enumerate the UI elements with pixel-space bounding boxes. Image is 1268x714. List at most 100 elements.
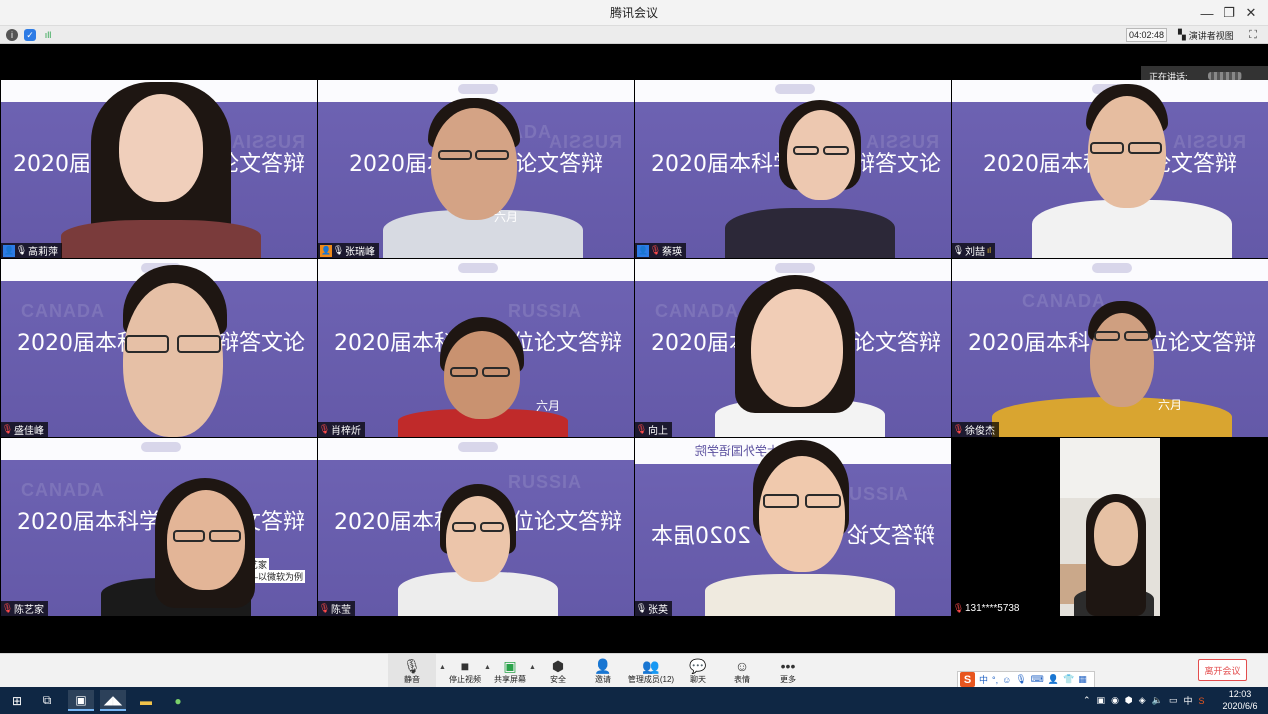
participant-name: 向上 bbox=[648, 426, 668, 437]
invite-button[interactable]: 👤 邀请 bbox=[588, 654, 618, 688]
input-language[interactable]: 中 bbox=[1183, 694, 1192, 707]
meeting-toolbar: 🎙 静音 ▲ ■ 停止视频 ▲ ▣ 共享屏幕 ▲ ⬢ 安全 👤 邀请 👥 管理成… bbox=[0, 653, 1268, 688]
window-title: 腾讯会议 bbox=[609, 6, 658, 20]
participant-name-tag: 🎙 刘喆 ıl bbox=[952, 243, 995, 258]
share-screen-icon: ▣ bbox=[503, 657, 517, 674]
leave-meeting-button[interactable]: 离开会议 bbox=[1198, 659, 1247, 681]
ime-toolbar[interactable]: S 中 °, ☺ 🎙 ⌨ 👤 👕 ▦ bbox=[957, 671, 1095, 688]
windows-taskbar: ⊞ ⧉ ▣ ◢◣ ▬ ● ⌃ ▣ ◉ ⬢ ◈ 🔈 ▭ 中 S 12:03 202… bbox=[0, 687, 1268, 714]
participant-name: 高莉萍 bbox=[28, 247, 58, 258]
participant-name: 刘喆 bbox=[965, 247, 985, 258]
video-tile[interactable]: CANADA 2020届本科学 学位论文答辩 艺家 —以微软为例 🎙 陈艺家 bbox=[1, 438, 317, 616]
close-icon[interactable]: ✕ bbox=[1240, 0, 1262, 26]
video-tile[interactable]: 🎙 131****5738 bbox=[952, 438, 1268, 616]
shield-icon[interactable]: ✓ bbox=[24, 29, 36, 41]
start-icon[interactable]: ⊞ bbox=[4, 690, 30, 711]
meeting-timer: 04:02:48 bbox=[1126, 28, 1167, 42]
participant-name-tag: 🎙 肖梓炘 bbox=[318, 422, 365, 437]
system-clock[interactable]: 12:03 2020/6/6 bbox=[1219, 688, 1261, 713]
stop-video-button[interactable]: ■ 停止视频 bbox=[446, 654, 484, 688]
stop-video-label: 停止视频 bbox=[449, 674, 481, 684]
tray-qq-icon[interactable]: ◉ bbox=[1111, 695, 1119, 706]
location-app-icon[interactable]: ● bbox=[165, 690, 191, 711]
keyboard-icon[interactable]: ⌨ bbox=[1031, 674, 1044, 685]
chat-button[interactable]: 💬 聊天 bbox=[684, 654, 712, 688]
restore-icon[interactable]: ❐ bbox=[1218, 0, 1240, 26]
participant-name-tag: 🎙 徐俊杰 bbox=[952, 422, 999, 437]
reactions-button[interactable]: ☺ 表情 bbox=[728, 654, 756, 688]
speaker-view-button[interactable]: ▚ 演讲者视图 bbox=[1178, 28, 1234, 42]
participant-name: 陈莹 bbox=[331, 605, 351, 616]
video-tile[interactable]: CANADA 2020届本科 位论文答辩 六月 🎙 徐俊杰 bbox=[952, 259, 1268, 437]
share-screen-label: 共享屏幕 bbox=[494, 674, 526, 684]
video-tile[interactable]: CANADARUSSIA 2020届本科学位论文答辩 六月 👤 🎙 张瑞峰 bbox=[318, 80, 634, 258]
mic-muted-icon: 🎙 bbox=[1, 603, 14, 613]
tray-sogou-icon[interactable]: S bbox=[1198, 696, 1204, 706]
file-explorer-icon[interactable]: ▬ bbox=[133, 690, 159, 711]
security-label: 安全 bbox=[550, 674, 566, 684]
video-tile[interactable]: CANADARUSSIA 2020届本 论文答辩 👤 🎙 高莉萍 bbox=[1, 80, 317, 258]
video-tile[interactable]: 南京大学外国语学院 RUSSIA 辩答文论 2020届本 🎙 张英 bbox=[635, 438, 951, 616]
mute-label: 静音 bbox=[404, 674, 420, 684]
participant-name-tag: 🎙 陈艺家 bbox=[1, 601, 48, 616]
host-icon: 👤 bbox=[637, 244, 649, 257]
tencent-meeting-icon[interactable]: ◢◣ bbox=[100, 690, 126, 711]
participant-name-tag: 🎙 陈莹 bbox=[318, 601, 355, 616]
participant-name-tag: 👤 🎙 蔡瑛 bbox=[635, 243, 686, 258]
mic-muted-icon: 🎙 bbox=[952, 424, 965, 434]
signal-icon[interactable]: ıll bbox=[42, 29, 54, 41]
speaker-view-label: 演讲者视图 bbox=[1188, 30, 1234, 41]
voice-input-icon[interactable]: 🎙 bbox=[1015, 674, 1026, 685]
mic-muted-icon: 🎙 bbox=[318, 603, 331, 613]
meeting-app-icon[interactable]: ▣ bbox=[68, 690, 94, 711]
participant-name-tag: 🎙 131****5738 bbox=[952, 601, 1024, 616]
slide-note: —以微软为例 bbox=[247, 570, 306, 583]
task-view-icon[interactable]: ⧉ bbox=[34, 690, 60, 711]
security-button[interactable]: ⬢ 安全 bbox=[544, 654, 572, 688]
emoji-icon[interactable]: ☺ bbox=[1002, 675, 1011, 685]
minimize-icon[interactable]: — bbox=[1196, 0, 1218, 26]
participant-name-tag: 🎙 盛佳峰 bbox=[1, 422, 48, 437]
video-tile[interactable]: RUSSIA 2020届本科学 2020届本科学位论文答辩 辩答文论 👤 🎙 蔡… bbox=[635, 80, 951, 258]
participant-name: 131****5738 bbox=[965, 603, 1020, 614]
video-options-caret-icon[interactable]: ▲ bbox=[484, 664, 491, 671]
microphone-icon: 🎙 bbox=[403, 657, 421, 674]
manage-members-button[interactable]: 👥 管理成员(12) bbox=[627, 654, 675, 688]
volume-icon[interactable]: 🔈 bbox=[1152, 695, 1163, 706]
mic-muted-icon: 🎙 bbox=[649, 245, 662, 255]
video-tile[interactable]: CANADA 2020届本 位论文答辩 🎙 向上 bbox=[635, 259, 951, 437]
user-icon[interactable]: 👤 bbox=[1048, 674, 1059, 685]
mute-button[interactable]: 🎙 静音 bbox=[388, 654, 436, 688]
video-tile[interactable]: RUSSIA 2020届本科 位论文答辩 🎙 陈莹 bbox=[318, 438, 634, 616]
tray-network-icon[interactable]: ◈ bbox=[1139, 695, 1146, 706]
audio-options-caret-icon[interactable]: ▲ bbox=[439, 664, 446, 671]
tray-app-icon[interactable]: ▣ bbox=[1097, 695, 1106, 706]
cohost-icon: 👤 bbox=[320, 244, 332, 257]
toolbox-icon[interactable]: ▦ bbox=[1078, 674, 1087, 685]
mic-icon: 🎙 bbox=[332, 245, 345, 255]
tray-security-icon[interactable]: ⬢ bbox=[1125, 695, 1133, 706]
slide-date: 六月 bbox=[536, 399, 561, 413]
participant-name: 陈艺家 bbox=[14, 605, 44, 616]
tray-overflow-icon[interactable]: ⌃ bbox=[1083, 695, 1091, 706]
info-icon[interactable]: i bbox=[6, 29, 18, 41]
reactions-label: 表情 bbox=[734, 674, 750, 684]
mic-muted-icon: 🎙 bbox=[952, 603, 965, 613]
members-icon: 👥 bbox=[642, 657, 660, 674]
share-screen-button[interactable]: ▣ 共享屏幕 bbox=[492, 654, 528, 688]
video-tile[interactable]: CANADA 2020届本科 辩答文论 🎙 盛佳峰 bbox=[1, 259, 317, 437]
participant-video bbox=[1060, 438, 1160, 616]
meeting-info-bar: i ✓ ıll 04:02:48 ▚ 演讲者视图 ⛶ bbox=[0, 26, 1268, 44]
video-tile[interactable]: RUSSIA 2020届本科学位论文答辩 🎙 刘喆 ıl bbox=[952, 80, 1268, 258]
video-tile[interactable]: RUSSIA 2020届本科 位论文答辩 六月 🎙 肖梓炘 bbox=[318, 259, 634, 437]
tray-display-icon[interactable]: ▭ bbox=[1169, 695, 1178, 706]
more-button[interactable]: ••• 更多 bbox=[774, 654, 802, 688]
more-label: 更多 bbox=[780, 674, 796, 684]
share-options-caret-icon[interactable]: ▲ bbox=[529, 664, 536, 671]
skin-icon[interactable]: 👕 bbox=[1063, 674, 1074, 685]
ime-mode[interactable]: 中 bbox=[979, 673, 988, 686]
punctuation-icon[interactable]: °, bbox=[992, 675, 998, 685]
participant-name-tag: 🎙 向上 bbox=[635, 422, 672, 437]
fullscreen-icon[interactable]: ⛶ bbox=[1246, 28, 1260, 42]
mic-icon: 🎙 bbox=[635, 603, 648, 613]
